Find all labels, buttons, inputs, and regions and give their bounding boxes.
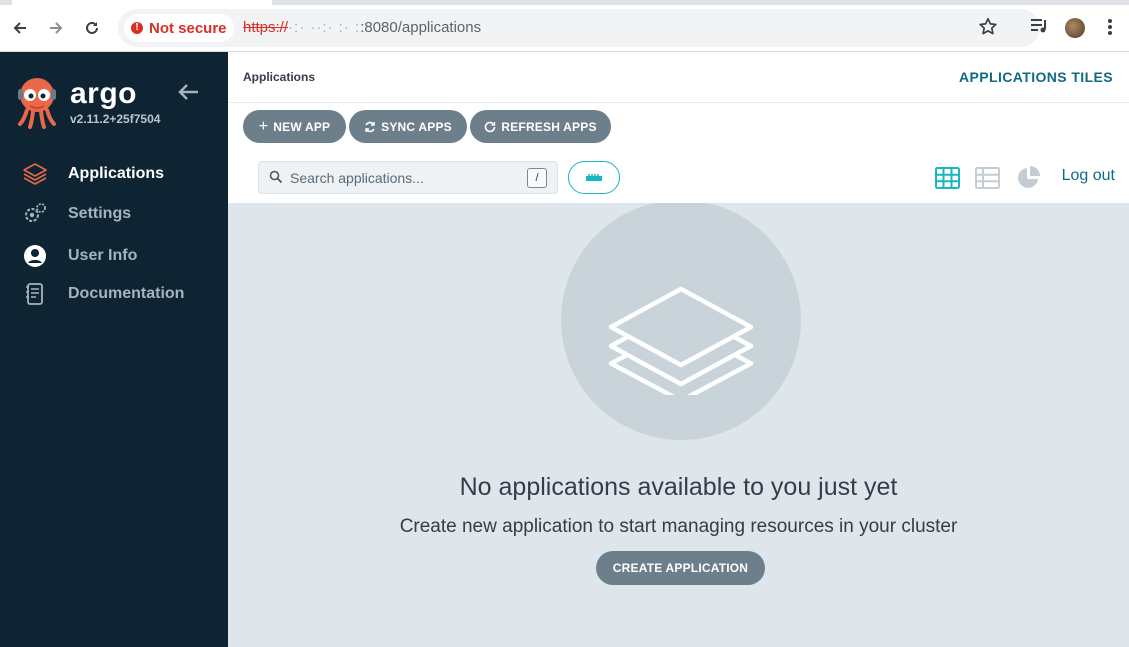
new-app-button[interactable]: + NEW APP bbox=[243, 110, 346, 143]
summary-view-button[interactable] bbox=[1016, 165, 1042, 191]
more-vert-icon[interactable] bbox=[1104, 17, 1116, 37]
list-icon bbox=[974, 167, 1000, 189]
tiles-view-button[interactable] bbox=[934, 165, 960, 191]
empty-state-title: No applications available to you just ye… bbox=[459, 473, 898, 501]
layers-icon bbox=[22, 162, 48, 186]
page-header: Applications APPLICATIONS TILES bbox=[228, 52, 1129, 103]
sidebar-item-user-info[interactable]: User Info bbox=[0, 238, 228, 274]
sidebar-item-label: Applications bbox=[68, 165, 165, 182]
layers-icon bbox=[608, 286, 754, 395]
applications-content: No applications available to you just ye… bbox=[228, 203, 1129, 647]
pie-chart-icon bbox=[1018, 166, 1040, 188]
star-icon bbox=[979, 17, 997, 35]
logout-link[interactable]: Log out bbox=[1062, 167, 1115, 185]
search-shortcut-hint: / bbox=[527, 168, 547, 188]
sidebar-item-applications[interactable]: Applications bbox=[0, 156, 228, 192]
filters-toggle-button[interactable] bbox=[568, 161, 620, 194]
gears-icon bbox=[22, 202, 48, 226]
warning-icon: ! bbox=[131, 22, 143, 34]
sidebar-item-label: User Info bbox=[68, 247, 138, 264]
sync-apps-button[interactable]: SYNC APPS bbox=[349, 110, 467, 143]
ruler-icon bbox=[586, 173, 602, 181]
media-control-button[interactable] bbox=[1029, 17, 1049, 40]
browser-toolbar: ! Not secure https://·:· ··:· :· ::8080/… bbox=[0, 0, 1129, 52]
plus-icon: + bbox=[258, 117, 269, 135]
user-circle-icon bbox=[22, 244, 48, 268]
security-label: Not secure bbox=[149, 19, 227, 37]
sidebar-item-label: Documentation bbox=[68, 285, 185, 302]
url-scheme: https:// bbox=[243, 19, 289, 36]
view-title: APPLICATIONS TILES bbox=[959, 69, 1113, 85]
argo-logo-icon bbox=[18, 78, 56, 129]
url-text[interactable]: https://·:· ··:· :· ::8080/applications bbox=[243, 19, 481, 36]
sidebar-item-documentation[interactable]: Documentation bbox=[0, 276, 228, 312]
empty-state-illustration bbox=[561, 203, 801, 440]
empty-state-subtitle: Create new application to start managing… bbox=[399, 516, 958, 537]
bookmark-button[interactable] bbox=[977, 16, 999, 43]
applications-toolbar: + NEW APP SYNC APPS REFRESH APPS / Log o… bbox=[228, 103, 1129, 203]
refresh-apps-label: REFRESH APPS bbox=[501, 119, 597, 134]
book-icon bbox=[22, 282, 48, 306]
search-icon bbox=[269, 170, 283, 184]
sync-apps-label: SYNC APPS bbox=[381, 119, 452, 134]
tab-strip bbox=[272, 0, 1129, 5]
forward-button[interactable] bbox=[42, 14, 70, 42]
collapse-sidebar-button[interactable] bbox=[176, 82, 200, 107]
sidebar-item-label: Settings bbox=[68, 205, 132, 222]
version-label: v2.11.2+25f7504 bbox=[70, 112, 161, 126]
back-button[interactable] bbox=[6, 14, 34, 42]
url-path: :8080/applications bbox=[360, 19, 482, 36]
sidebar: argo v2.11.2+25f7504 Applications Settin… bbox=[0, 52, 228, 647]
grid-icon bbox=[934, 167, 960, 189]
profile-avatar[interactable] bbox=[1065, 18, 1085, 38]
sync-icon bbox=[365, 121, 375, 132]
search-field[interactable]: / bbox=[258, 161, 558, 194]
back-arrow-icon bbox=[13, 22, 26, 34]
refresh-icon bbox=[485, 121, 496, 132]
reload-button[interactable] bbox=[78, 14, 106, 42]
forward-arrow-icon bbox=[50, 22, 63, 34]
url-host-obscured: ·:· ··:· :· : bbox=[288, 19, 361, 36]
media-control-icon bbox=[1031, 19, 1046, 33]
new-app-label: NEW APP bbox=[273, 119, 331, 134]
search-input[interactable] bbox=[290, 167, 520, 189]
brand-name: argo bbox=[70, 77, 138, 110]
security-chip[interactable]: ! Not secure bbox=[124, 14, 234, 42]
list-view-button[interactable] bbox=[974, 165, 1000, 191]
breadcrumb[interactable]: Applications bbox=[243, 70, 315, 84]
tab-edge bbox=[0, 0, 12, 5]
refresh-apps-button[interactable]: REFRESH APPS bbox=[470, 110, 611, 143]
reload-icon bbox=[86, 21, 98, 34]
arrow-left-icon bbox=[178, 84, 198, 100]
sidebar-item-settings[interactable]: Settings bbox=[0, 196, 228, 232]
create-application-button[interactable]: CREATE APPLICATION bbox=[596, 551, 765, 585]
